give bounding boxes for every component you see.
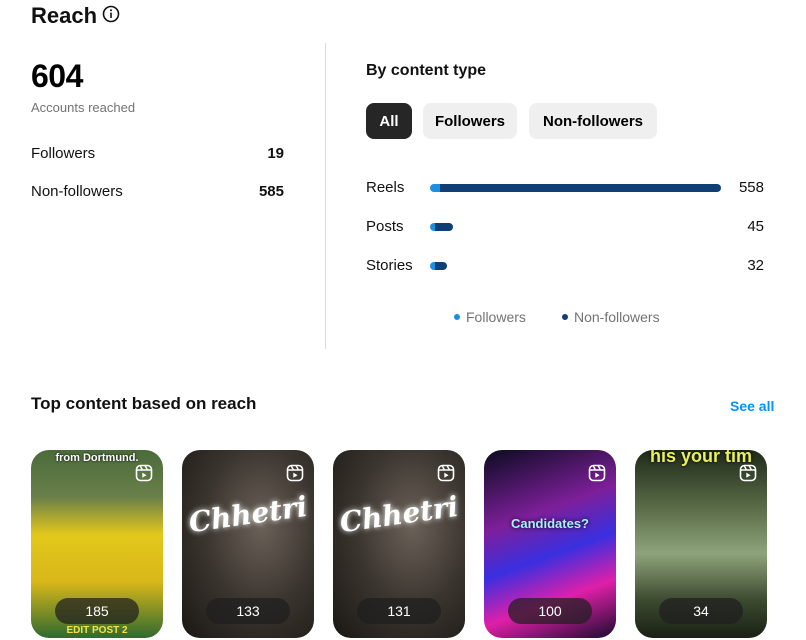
reel-icon: [588, 464, 606, 482]
reels-value: 558: [738, 179, 764, 196]
top-content-item-1[interactable]: from Dortmund. EDIT POST 2 185: [31, 450, 163, 638]
reels-bar-followers: [430, 184, 440, 192]
stories-label: Stories: [366, 257, 413, 274]
filter-non-followers-button[interactable]: Non-followers: [529, 103, 657, 139]
non-followers-stat-row: Non-followers 585: [31, 183, 284, 200]
reel-icon: [437, 464, 455, 482]
stories-bar: [430, 262, 447, 270]
legend-non-followers-dot: [562, 314, 568, 320]
reels-bar-row: Reels 558: [366, 179, 766, 199]
stories-value: 32: [747, 257, 764, 274]
reel-icon: [286, 464, 304, 482]
page-title: Reach: [31, 3, 98, 28]
top-content-title: Top content based on reach: [31, 394, 257, 413]
reel-icon: [739, 464, 757, 482]
posts-bar-non-followers: [435, 223, 453, 231]
vertical-divider: [325, 43, 326, 349]
thumb-caption: Chhetri: [186, 489, 310, 540]
posts-bar: [430, 223, 453, 231]
posts-bar-row: Posts 45: [366, 218, 766, 238]
filter-all-button[interactable]: All: [366, 103, 412, 139]
followers-stat-row: Followers 19: [31, 145, 284, 162]
legend-followers: Followers: [454, 309, 526, 325]
reach-count: 133: [206, 598, 290, 624]
legend-non-followers-label: Non-followers: [574, 309, 660, 325]
non-followers-stat-label: Non-followers: [31, 183, 123, 200]
thumb-caption: Candidates?: [510, 516, 589, 531]
thumb-footer: EDIT POST 2: [66, 625, 128, 636]
posts-value: 45: [747, 218, 764, 235]
see-all-link[interactable]: See all: [730, 398, 774, 414]
by-content-type-title: By content type: [366, 62, 487, 79]
followers-stat-value: 19: [267, 145, 284, 162]
reach-count: 185: [55, 598, 139, 624]
reel-icon: [135, 464, 153, 482]
legend-non-followers: Non-followers: [562, 309, 660, 325]
reels-label: Reels: [366, 179, 405, 196]
accounts-reached-label: Accounts reached: [31, 100, 136, 115]
legend-followers-dot: [454, 314, 460, 320]
followers-stat-label: Followers: [31, 145, 96, 162]
non-followers-stat-value: 585: [258, 183, 284, 200]
stories-bar-row: Stories 32: [366, 257, 766, 277]
top-content-item-3[interactable]: Chhetri 131: [333, 450, 465, 638]
legend-followers-label: Followers: [466, 309, 526, 325]
top-content-item-4[interactable]: Candidates? 100: [484, 450, 616, 638]
reels-bar: [430, 184, 721, 192]
accounts-reached-total: 604: [31, 58, 83, 94]
top-content-item-2[interactable]: Chhetri 133: [182, 450, 314, 638]
thumb-caption: Chhetri: [337, 489, 461, 540]
reach-count: 34: [659, 598, 743, 624]
reach-count: 100: [508, 598, 592, 624]
top-content-item-5[interactable]: his your tim 34: [635, 450, 767, 638]
filter-followers-button[interactable]: Followers: [423, 103, 517, 139]
reach-count: 131: [357, 598, 441, 624]
reels-bar-non-followers: [440, 184, 721, 192]
info-icon[interactable]: [102, 5, 120, 23]
stories-bar-non-followers: [435, 262, 447, 270]
thumb-caption: from Dortmund.: [55, 452, 139, 464]
posts-label: Posts: [366, 218, 404, 235]
